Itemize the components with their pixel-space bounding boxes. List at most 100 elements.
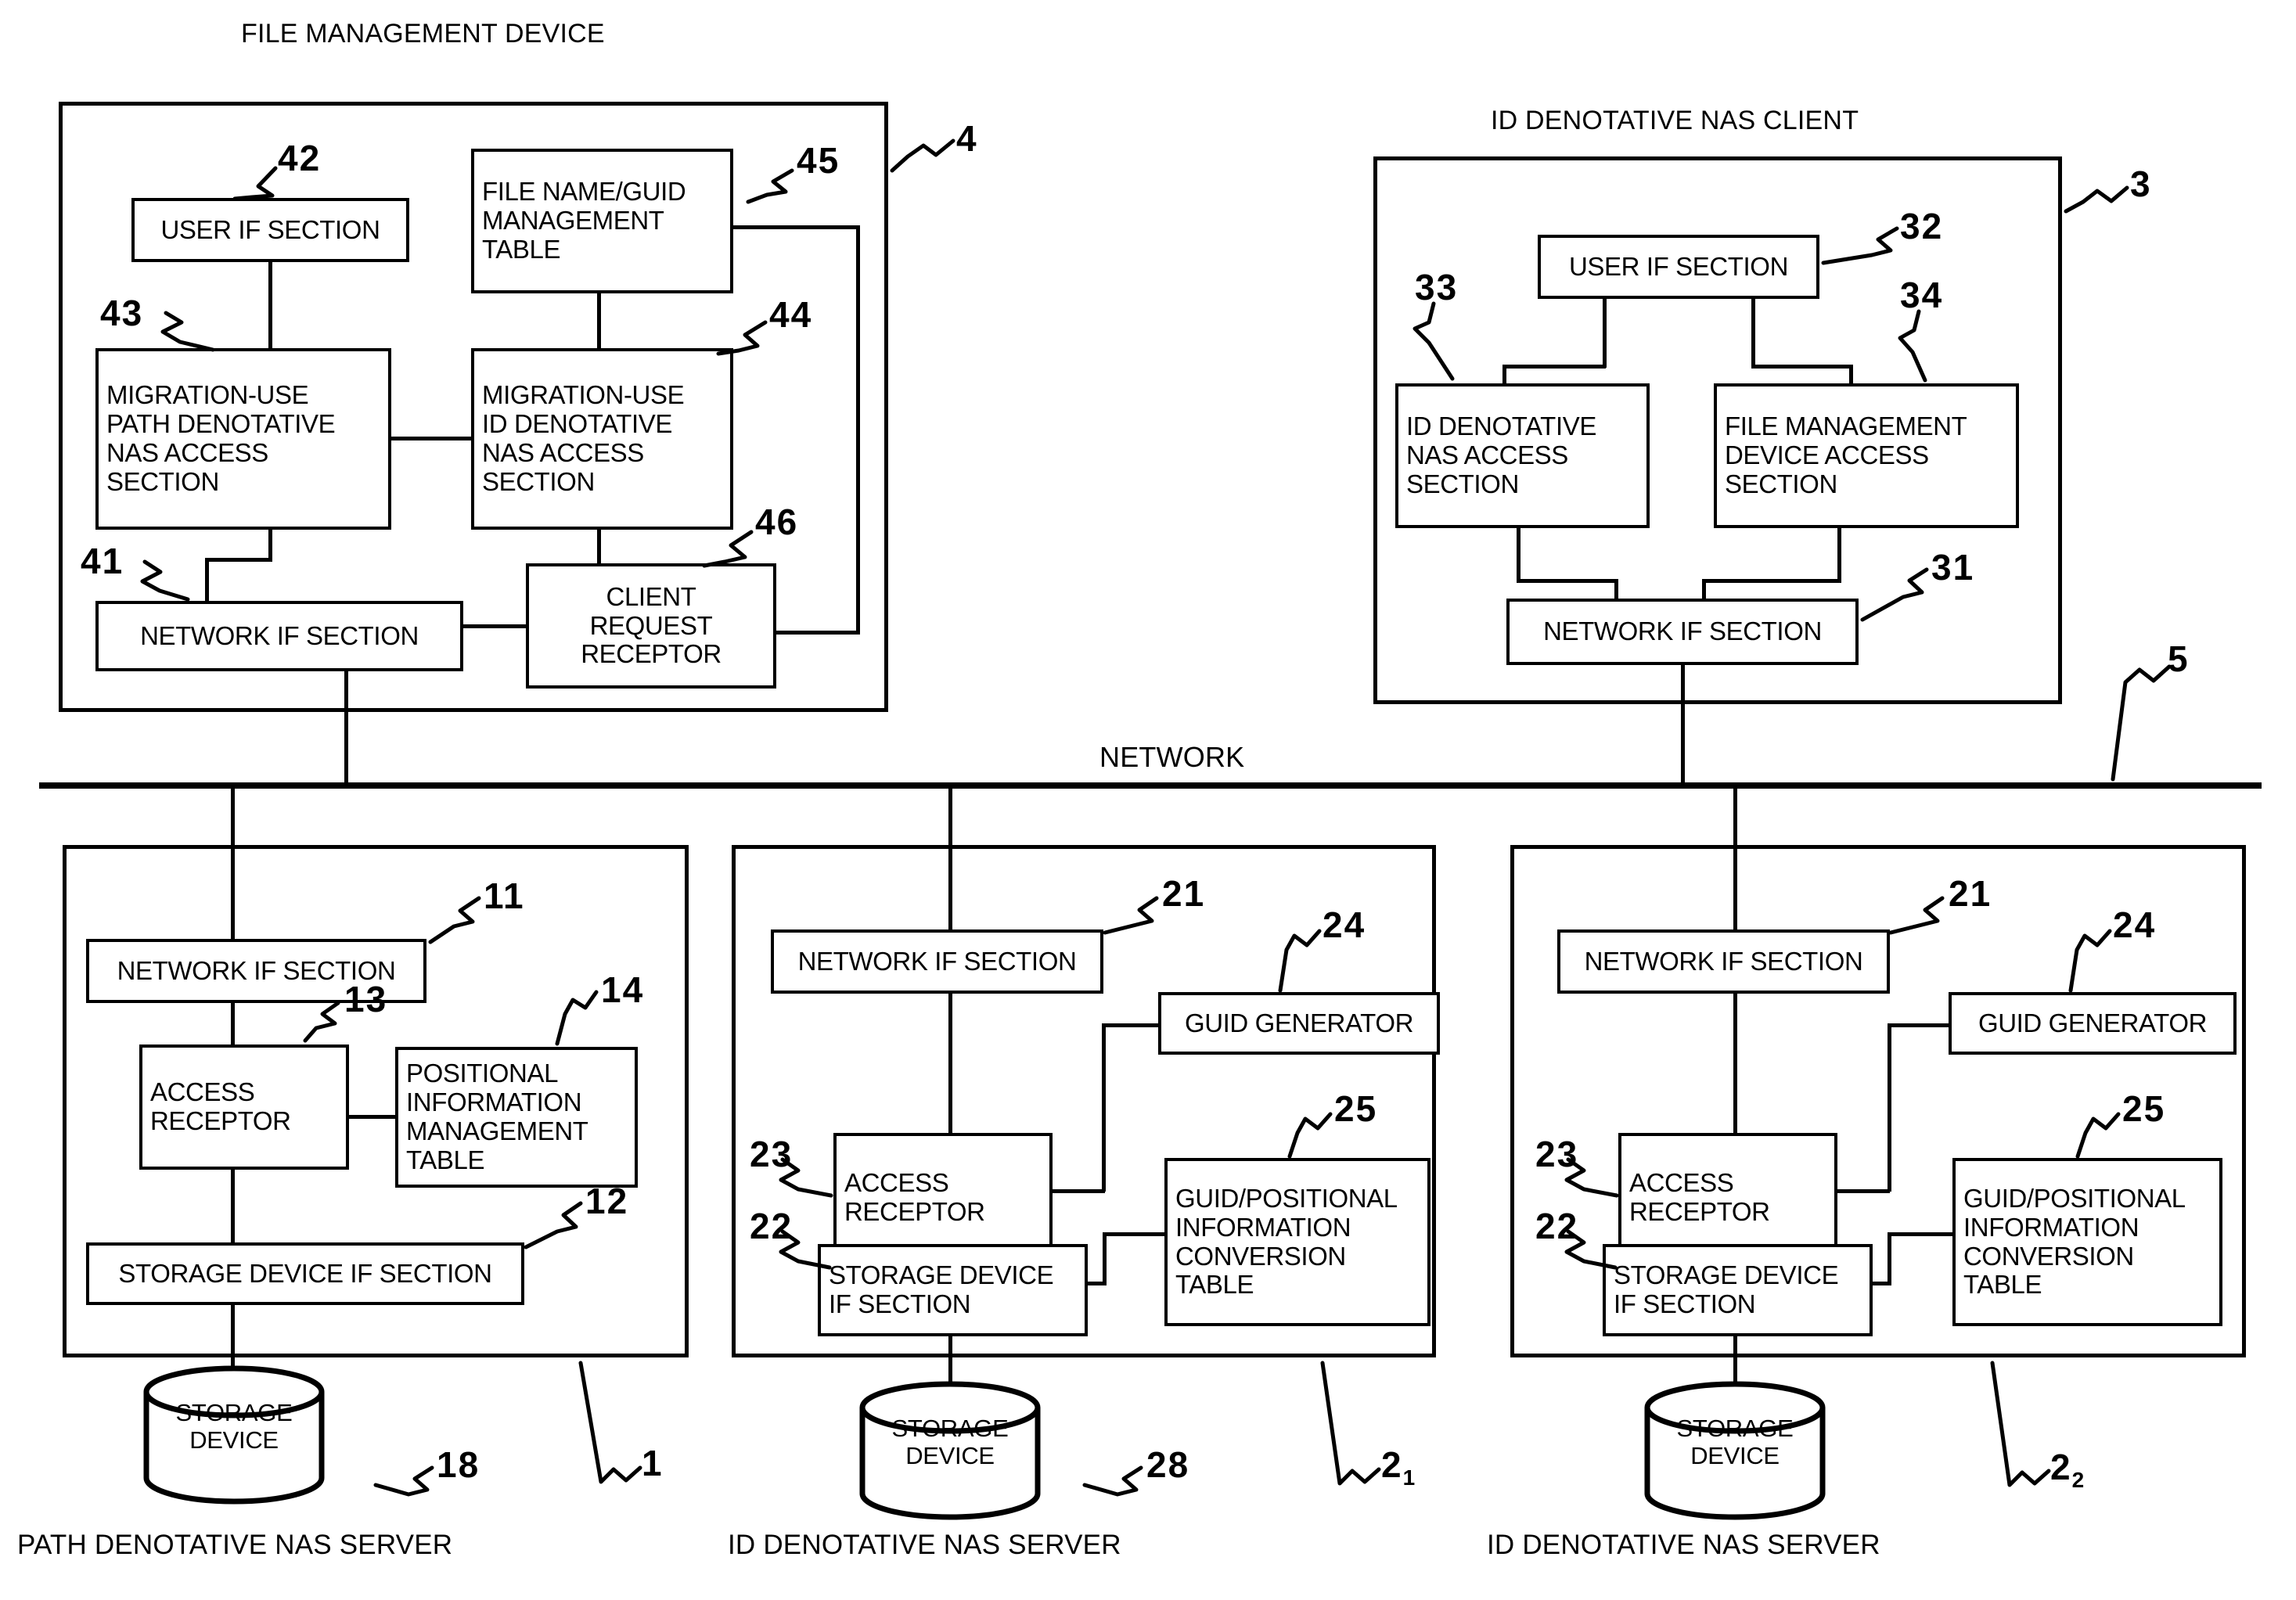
file-management-device-title: FILE MANAGEMENT DEVICE	[241, 19, 605, 49]
fmd-conn-client-receptor-right	[773, 631, 860, 635]
network-label: NETWORK	[1099, 741, 1245, 773]
idnas2-conn-access-to-guidgen-h1	[1835, 1189, 1890, 1193]
ref-idnas1-access-receptor-23: 23	[750, 1134, 794, 1174]
client-conn-user-if-right-h	[1751, 365, 1853, 369]
fmd-conn-network-if-to-client-receptor	[460, 624, 529, 628]
pnas-storage-device-if-section-label: STORAGE DEVICE IF SECTION	[118, 1258, 492, 1288]
idnas2-storage-device-if-section[interactable]: STORAGE DEVICE IF SECTION	[1603, 1244, 1873, 1336]
patent-figure: NETWORK 5 FILE MANAGEMENT DEVICE 4 USER …	[0, 0, 2296, 1600]
ref-fmd-migration-id-44: 44	[769, 294, 813, 335]
idnas1-guid-generator-label: GUID GENERATOR	[1184, 1008, 1414, 1037]
client-id-denotative-nas-access-section[interactable]: ID DENOTATIVE NAS ACCESS SECTION	[1395, 383, 1650, 528]
fmd-conn-migration-path-jog	[205, 558, 272, 562]
pnas-conn-storageif-to-cylinder	[231, 1303, 235, 1372]
idnas1-conn-access-to-guidgen-h2	[1102, 1023, 1161, 1027]
ref-pnas-storage-device-18: 18	[437, 1444, 480, 1485]
idnas1-guid-positional-conversion-table[interactable]: GUID/POSITIONAL INFORMATION CONVERSION T…	[1164, 1158, 1431, 1326]
fmd-user-if-section[interactable]: USER IF SECTION	[131, 198, 409, 262]
fmd-client-request-receptor[interactable]: CLIENT REQUEST RECEPTOR	[526, 563, 776, 689]
fmd-conn-migration-path-jog-down	[205, 558, 209, 603]
idnas1-conn-access-to-guidgen-v	[1102, 1023, 1106, 1192]
fmd-migration-use-path-denotative-nas-access-section[interactable]: MIGRATION-USE PATH DENOTATIVE NAS ACCESS…	[95, 348, 391, 530]
ref-client-id-nas-access-33: 33	[1415, 267, 1459, 307]
pnas-conn-access-to-table	[346, 1115, 398, 1119]
fmd-user-if-section-label: USER IF SECTION	[160, 214, 380, 244]
client-conn-fmd-access-down	[1837, 526, 1841, 582]
fmd-migration-use-id-denotative-nas-access-section-label: MIGRATION-USE ID DENOTATIVE NAS ACCESS S…	[482, 380, 685, 496]
client-conn-id-nas-to-netif	[1517, 579, 1618, 583]
client-id-denotative-nas-access-section-label: ID DENOTATIVE NAS ACCESS SECTION	[1406, 412, 1596, 498]
ref-idnas1-main: 2	[1381, 1444, 1403, 1485]
pnas-storage-device-if-section[interactable]: STORAGE DEVICE IF SECTION	[86, 1242, 524, 1305]
fmd-conn-guid-table-right	[730, 225, 860, 229]
ref-idnas1-network-if-21: 21	[1162, 873, 1206, 914]
idnas1-storage-device-label: STORAGE DEVICE	[891, 1415, 1009, 1469]
ref-idnas2-access-receptor-23: 23	[1535, 1134, 1579, 1174]
fmd-migration-use-id-denotative-nas-access-section[interactable]: MIGRATION-USE ID DENOTATIVE NAS ACCESS S…	[471, 348, 733, 530]
idnas2-storage-device-if-section-label: STORAGE DEVICE IF SECTION	[1614, 1260, 1839, 1318]
idnas2-access-receptor-label: ACCESS RECEPTOR	[1629, 1167, 1770, 1226]
ref-fmd-client-request-receptor-46: 46	[755, 502, 799, 542]
idnas1-conn-netif-to-access	[948, 992, 952, 1134]
ref-idnas1-guid-generator-24: 24	[1323, 904, 1366, 945]
idnas2-guid-positional-conversion-table[interactable]: GUID/POSITIONAL INFORMATION CONVERSION T…	[1952, 1158, 2222, 1326]
ref-pnas-storage-device-if-12: 12	[585, 1181, 629, 1221]
ref-file-management-device-4: 4	[956, 118, 978, 159]
idnas1-access-receptor-label: ACCESS RECEPTOR	[844, 1167, 985, 1226]
client-user-if-section[interactable]: USER IF SECTION	[1538, 235, 1819, 299]
idnas2-conn-access-to-guidgen-h2	[1888, 1023, 1952, 1027]
pnas-conn-access-to-storageif	[231, 1167, 235, 1244]
pnas-storage-device-label: STORAGE DEVICE	[175, 1399, 293, 1454]
ref-idnas2-sub: 2	[2071, 1468, 2085, 1493]
idnas2-guid-generator[interactable]: GUID GENERATOR	[1949, 992, 2237, 1055]
fmd-file-name-guid-management-table-label: FILE NAME/GUID MANAGEMENT TABLE	[482, 177, 686, 264]
pnas-positional-information-management-table[interactable]: POSITIONAL INFORMATION MANAGEMENT TABLE	[395, 1047, 638, 1188]
idnas1-caption: ID DENOTATIVE NAS SERVER	[728, 1530, 1121, 1560]
pnas-conn-netif-to-access	[231, 1001, 235, 1047]
id-nas-client-title: ID DENOTATIVE NAS CLIENT	[1491, 106, 1859, 135]
fmd-conn-migration-path-to-network-if	[268, 528, 272, 561]
fmd-conn-migration-id-to-client-receptor	[597, 528, 601, 566]
idnas2-conn-netif-to-access	[1733, 992, 1737, 1134]
ref-fmd-user-if-42: 42	[278, 138, 322, 178]
client-file-management-device-access-section[interactable]: FILE MANAGEMENT DEVICE ACCESS SECTION	[1714, 383, 2019, 528]
ref-path-nas-server-1: 1	[642, 1443, 664, 1483]
idnas1-network-if-section-label: NETWORK IF SECTION	[797, 946, 1077, 976]
idnas2-network-if-section-label: NETWORK IF SECTION	[1584, 946, 1863, 976]
idnas2-access-receptor[interactable]: ACCESS RECEPTOR	[1618, 1133, 1837, 1262]
idnas2-caption: ID DENOTATIVE NAS SERVER	[1487, 1530, 1880, 1560]
pnas-positional-information-management-table-label: POSITIONAL INFORMATION MANAGEMENT TABLE	[406, 1059, 588, 1174]
idnas1-conn-bus-to-netif	[948, 787, 952, 932]
ref-idnas1-guid-positional-table-25: 25	[1334, 1088, 1378, 1129]
ref-idnas2-network-if-21: 21	[1949, 873, 1992, 914]
client-conn-user-if-left-h	[1502, 365, 1606, 369]
ref-idnas2-guid-generator-24: 24	[2113, 904, 2157, 945]
idnas1-conn-access-to-table-h2	[1103, 1232, 1167, 1236]
ref-fmd-migration-path-43: 43	[100, 293, 144, 333]
idnas1-access-receptor[interactable]: ACCESS RECEPTOR	[833, 1133, 1053, 1262]
ref-client-user-if-32: 32	[1900, 206, 1944, 246]
ref-client-network-if-31: 31	[1931, 547, 1975, 588]
idnas1-network-if-section[interactable]: NETWORK IF SECTION	[771, 929, 1103, 994]
network-bus	[39, 782, 2262, 789]
idnas1-storage-device-if-section[interactable]: STORAGE DEVICE IF SECTION	[818, 1244, 1088, 1336]
client-user-if-section-label: USER IF SECTION	[1568, 251, 1789, 281]
pnas-access-receptor[interactable]: ACCESS RECEPTOR	[139, 1044, 349, 1170]
ref-pnas-positional-table-14: 14	[601, 969, 645, 1010]
idnas1-guid-generator[interactable]: GUID GENERATOR	[1158, 992, 1440, 1055]
fmd-file-name-guid-management-table[interactable]: FILE NAME/GUID MANAGEMENT TABLE	[471, 149, 733, 293]
idnas1-storage-device-if-section-label: STORAGE DEVICE IF SECTION	[829, 1260, 1054, 1318]
idnas2-storage-device-cylinder: STORAGE DEVICE	[1642, 1381, 1828, 1520]
fmd-network-if-section[interactable]: NETWORK IF SECTION	[95, 601, 463, 671]
fmd-client-request-receptor-label: CLIENT REQUEST RECEPTOR	[581, 581, 722, 669]
client-network-if-section[interactable]: NETWORK IF SECTION	[1506, 599, 1859, 665]
idnas2-guid-positional-conversion-table-label: GUID/POSITIONAL INFORMATION CONVERSION T…	[1963, 1183, 2186, 1300]
idnas1-storage-device-cylinder: STORAGE DEVICE	[857, 1381, 1043, 1520]
fmd-network-if-section-label: NETWORK IF SECTION	[140, 620, 419, 650]
ref-idnas1-storage-device-28: 28	[1146, 1444, 1190, 1485]
ref-idnas2-storage-device-if-22: 22	[1535, 1206, 1579, 1246]
client-conn-netif-to-bus	[1681, 662, 1685, 787]
idnas2-network-if-section[interactable]: NETWORK IF SECTION	[1557, 929, 1890, 994]
client-conn-id-nas-down	[1517, 526, 1520, 582]
idnas1-conn-access-to-guidgen-h1	[1050, 1189, 1105, 1193]
